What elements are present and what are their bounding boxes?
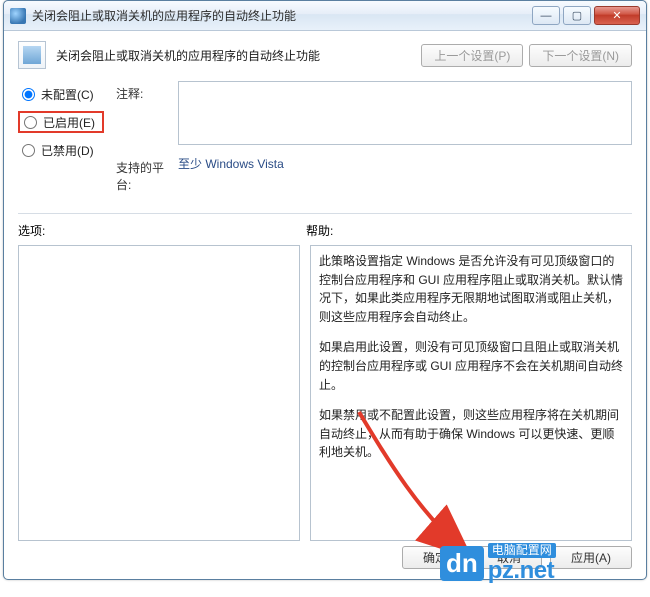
help-paragraph: 如果禁用或不配置此设置，则这些应用程序将在关机期间自动终止，从而有助于确保 Wi… (319, 406, 623, 462)
radio-disabled-input[interactable] (22, 144, 35, 157)
comment-input[interactable] (178, 81, 632, 145)
options-label: 选项: (18, 222, 306, 239)
nav-buttons: 上一个设置(P) 下一个设置(N) (421, 44, 632, 67)
titlebar: 关闭会阻止或取消关机的应用程序的自动终止功能 — ▢ ✕ (4, 1, 646, 31)
window-title: 关闭会阻止或取消关机的应用程序的自动终止功能 (32, 7, 529, 24)
panels: 此策略设置指定 Windows 是否允许没有可见顶级窗口的控制台应用程序和 GU… (18, 245, 632, 541)
maximize-button[interactable]: ▢ (563, 6, 591, 25)
help-paragraph: 如果启用此设置，则没有可见顶级窗口且阻止或取消关机的控制台应用程序或 GUI 应… (319, 338, 623, 394)
close-button[interactable]: ✕ (594, 6, 640, 25)
comment-row: 注释: (116, 81, 632, 145)
radio-not-configured-label: 未配置(C) (41, 86, 94, 103)
policy-editor-window: 关闭会阻止或取消关机的应用程序的自动终止功能 — ▢ ✕ 关闭会阻止或取消关机的… (3, 0, 647, 580)
header-row: 关闭会阻止或取消关机的应用程序的自动终止功能 上一个设置(P) 下一个设置(N) (18, 41, 632, 69)
window-body: 关闭会阻止或取消关机的应用程序的自动终止功能 上一个设置(P) 下一个设置(N)… (4, 31, 646, 551)
watermark-domain: pz.net (488, 558, 556, 583)
help-panel: 此策略设置指定 Windows 是否允许没有可见顶级窗口的控制台应用程序和 GU… (310, 245, 632, 541)
next-setting-button[interactable]: 下一个设置(N) (529, 44, 632, 67)
platform-value: 至少 Windows Vista (178, 155, 284, 172)
comment-label: 注释: (116, 81, 178, 102)
radio-not-configured-input[interactable] (22, 88, 35, 101)
previous-setting-button[interactable]: 上一个设置(P) (421, 44, 523, 67)
window-controls: — ▢ ✕ (529, 6, 640, 25)
options-panel (18, 245, 300, 541)
policy-icon (18, 41, 46, 69)
platform-row: 支持的平台: 至少 Windows Vista (116, 155, 632, 193)
app-icon (10, 8, 26, 24)
radio-not-configured[interactable]: 未配置(C) (18, 83, 104, 105)
help-paragraph: 此策略设置指定 Windows 是否允许没有可见顶级窗口的控制台应用程序和 GU… (319, 252, 623, 326)
divider (18, 213, 632, 214)
platform-label: 支持的平台: (116, 155, 178, 193)
radio-enabled-input[interactable] (24, 116, 37, 129)
radio-enabled[interactable]: 已启用(E) (18, 111, 104, 133)
radio-disabled-label: 已禁用(D) (41, 142, 94, 159)
watermark-text: 电脑配置网 pz.net (488, 543, 556, 583)
radio-disabled[interactable]: 已禁用(D) (18, 139, 104, 161)
watermark-logo: dn 电脑配置网 pz.net (440, 535, 650, 591)
minimize-button[interactable]: — (532, 6, 560, 25)
policy-title: 关闭会阻止或取消关机的应用程序的自动终止功能 (56, 47, 411, 64)
form-area: 未配置(C) 已启用(E) 已禁用(D) 注释: 支持的平台: (18, 81, 632, 203)
state-radio-group: 未配置(C) 已启用(E) 已禁用(D) (18, 81, 104, 167)
panel-labels: 选项: 帮助: (18, 222, 632, 239)
watermark-badge: dn (440, 546, 484, 581)
watermark-cn: 电脑配置网 (488, 543, 556, 558)
radio-enabled-label: 已启用(E) (43, 114, 95, 131)
right-column: 注释: 支持的平台: 至少 Windows Vista (116, 81, 632, 203)
help-label: 帮助: (306, 222, 333, 239)
